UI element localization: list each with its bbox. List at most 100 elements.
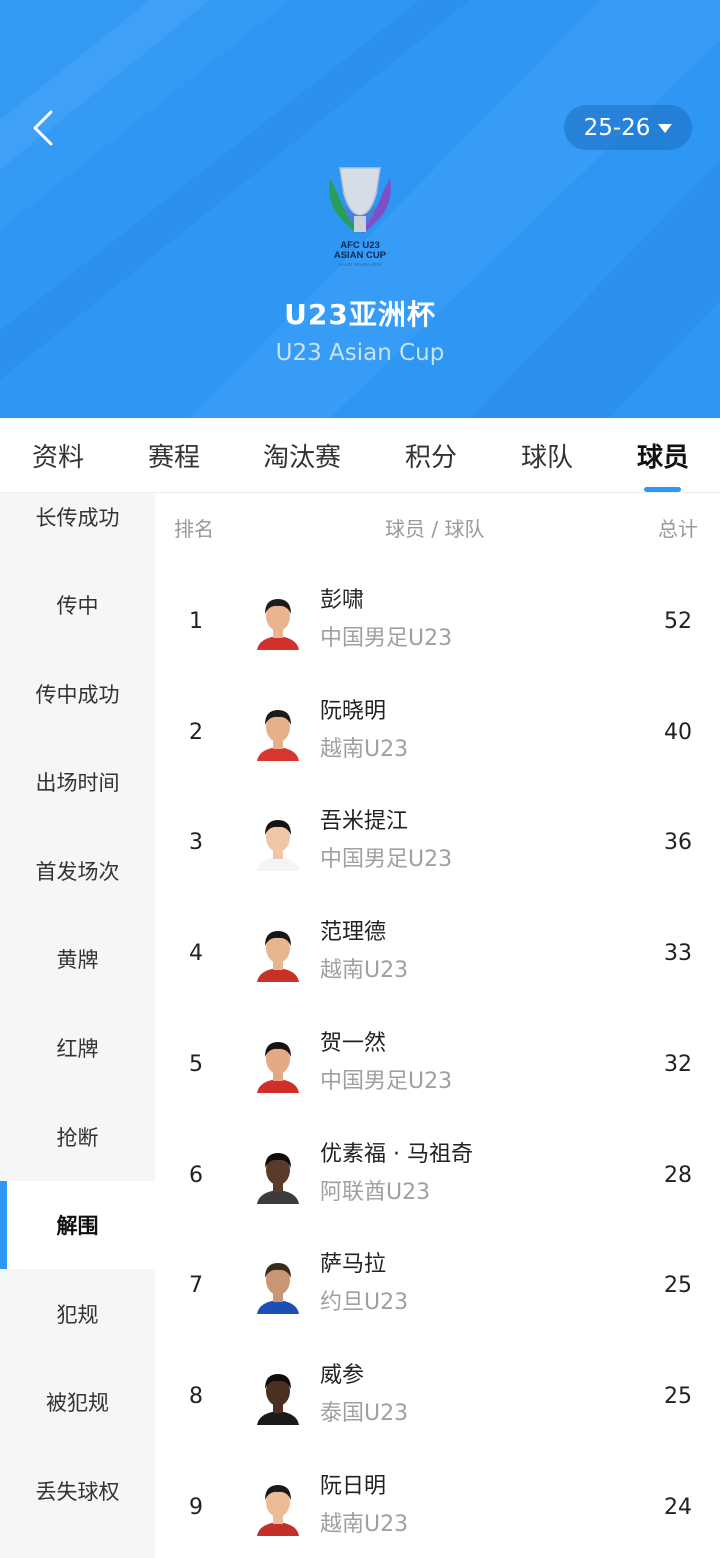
stat-total: 25	[664, 1383, 692, 1409]
stat-total: 33	[664, 941, 692, 967]
player-team: 约旦U23	[320, 1290, 409, 1316]
table-row[interactable]: 2 阮晓明越南U23 40	[155, 677, 720, 788]
chevron-left-icon	[33, 110, 53, 146]
player-avatar	[257, 709, 299, 761]
sidebar-item-crosses[interactable]: 传中	[0, 561, 155, 649]
stat-category-sidebar: 长传成功 传中 传中成功 出场时间 首发场次 黄牌 红牌 抢断 解围 犯规 被犯…	[0, 493, 155, 1558]
competition-title: U23亚洲杯	[284, 298, 436, 331]
afc-u23-asian-cup-logo: AFC U23 ASIAN CUP SAUDI ARABIA 2026	[329, 167, 391, 267]
rank-number: 2	[189, 719, 203, 745]
rank-number: 1	[189, 609, 203, 634]
caret-down-icon	[658, 124, 673, 133]
sidebar-item-long-pass-success[interactable]: 长传成功	[0, 473, 155, 561]
player-name: 萨马拉	[320, 1252, 387, 1278]
player-avatar	[257, 1263, 299, 1315]
sidebar-item-minutes-played[interactable]: 出场时间	[0, 738, 155, 826]
player-team: 越南U23	[320, 958, 409, 984]
header-rank: 排名	[174, 517, 214, 541]
player-name: 贺一然	[320, 1030, 387, 1056]
tab-players[interactable]: 球员	[624, 418, 702, 493]
player-team: 中国男足U23	[320, 847, 453, 873]
player-team: 中国男足U23	[320, 626, 453, 651]
tab-knockout[interactable]: 淘汰赛	[252, 418, 352, 493]
season-label: 25-26	[583, 114, 651, 141]
sidebar-item-tackles[interactable]: 抢断	[0, 1093, 155, 1181]
stat-total: 32	[664, 1051, 692, 1077]
table-row[interactable]: 6 优素福 · 马祖奇 阿联酋U23 28	[155, 1120, 720, 1231]
player-name: 阮晓明	[320, 698, 387, 724]
player-name: 范理德	[320, 920, 387, 946]
player-avatar	[257, 1373, 299, 1425]
sidebar-item-label: 首发场次	[35, 860, 120, 884]
table-row[interactable]: 3 吾米提江中国男足U23 36	[155, 787, 720, 898]
player-team: 阿联酋U23	[320, 1179, 431, 1205]
sidebar-item-fouled[interactable]: 被犯规	[0, 1358, 155, 1446]
player-name: 优素福 · 马祖奇	[320, 1141, 473, 1167]
player-team: 泰国U23	[320, 1400, 409, 1426]
stat-total: 24	[664, 1494, 692, 1520]
competition-subtitle: U23 Asian Cup	[275, 340, 445, 366]
rank-number: 9	[189, 1494, 203, 1520]
sidebar-item-clearances[interactable]: 解围	[0, 1181, 155, 1269]
player-avatar	[257, 1152, 299, 1204]
player-avatar	[257, 599, 299, 650]
table-row[interactable]: 9 阮日明越南U23 24	[155, 1452, 720, 1558]
stat-total: 52	[664, 609, 692, 634]
stat-total: 28	[664, 1162, 692, 1188]
tab-standings[interactable]: 积分	[392, 418, 470, 493]
rank-number: 7	[189, 1273, 203, 1299]
sidebar-item-label: 传中	[56, 594, 99, 618]
stat-total: 40	[664, 719, 692, 745]
sidebar-item-possession-lost[interactable]: 丢失球权	[0, 1447, 155, 1535]
logo-text-line2: ASIAN CUP	[334, 250, 387, 261]
sidebar-item-starts[interactable]: 首发场次	[0, 827, 155, 915]
active-category-indicator	[0, 1181, 7, 1269]
sidebar-item-label: 抢断	[56, 1126, 99, 1150]
player-name: 阮日明	[320, 1473, 387, 1499]
sidebar-item-label: 传中成功	[35, 683, 120, 707]
sidebar-item-red-cards[interactable]: 红牌	[0, 1004, 155, 1092]
sidebar-item-label: 丢失球权	[35, 1480, 120, 1504]
sidebar-item-label: 出场时间	[35, 771, 120, 795]
header-player-team: 球员 / 球队	[385, 517, 485, 541]
player-name: 彭啸	[320, 588, 365, 613]
table-row[interactable]: 7 萨马拉 约旦U23 25	[155, 1230, 720, 1341]
stat-total: 36	[664, 830, 692, 856]
season-selector[interactable]: 25-26	[564, 105, 692, 150]
active-tab-indicator	[644, 487, 681, 492]
player-team: 越南U23	[320, 1511, 409, 1537]
sidebar-item-fouls[interactable]: 犯规	[0, 1270, 155, 1358]
player-name: 吾米提江	[320, 809, 409, 835]
table-row[interactable]: 5 贺一然中国男足U23 32	[155, 1009, 720, 1120]
player-stat-table: 排名 球员 / 球队 总计 1 彭啸 中国男足U23 52 2 阮晓明 越南U23 40 3 吾米…	[155, 493, 720, 1558]
logo-text-line3: SAUDI ARABIA 2026	[338, 262, 382, 267]
sidebar-item-label: 解围	[56, 1214, 99, 1238]
sidebar-item-cross-success[interactable]: 传中成功	[0, 650, 155, 738]
player-avatar	[257, 820, 299, 872]
table-row[interactable]: 4 范理德越南U23 33	[155, 898, 720, 1009]
player-team: 中国男足U23	[320, 1068, 453, 1094]
player-name: 威参	[320, 1362, 365, 1388]
sidebar-item-label: 黄牌	[56, 948, 99, 972]
sidebar-item-yellow-cards[interactable]: 黄牌	[0, 915, 155, 1003]
header-total: 总计	[658, 517, 698, 541]
table-row[interactable]: 8 威参泰国U23 25	[155, 1341, 720, 1452]
back-button[interactable]	[18, 104, 66, 152]
competition-header: 25-26 AFC U23 ASIAN CUP SAUDI ARABIA 202…	[0, 0, 720, 418]
player-avatar	[257, 931, 299, 983]
rank-number: 5	[189, 1051, 203, 1077]
table-row[interactable]: 1 彭啸中国男足U23 52	[155, 566, 720, 677]
rank-number: 8	[189, 1383, 203, 1409]
table-header: 排名 球员 / 球队 总计	[155, 513, 720, 549]
tab-teams[interactable]: 球队	[508, 418, 586, 493]
sidebar-item-label: 犯规	[56, 1303, 99, 1327]
rank-number: 6	[189, 1162, 203, 1188]
player-avatar	[257, 1484, 299, 1536]
rank-number: 4	[189, 941, 203, 967]
player-team: 越南U23	[320, 736, 409, 762]
player-avatar	[257, 1041, 299, 1093]
rank-number: 3	[189, 830, 203, 856]
sidebar-item-label: 被犯规	[46, 1391, 109, 1415]
sidebar-item-label: 长传成功	[35, 506, 120, 530]
sidebar-item-label: 红牌	[56, 1037, 99, 1061]
